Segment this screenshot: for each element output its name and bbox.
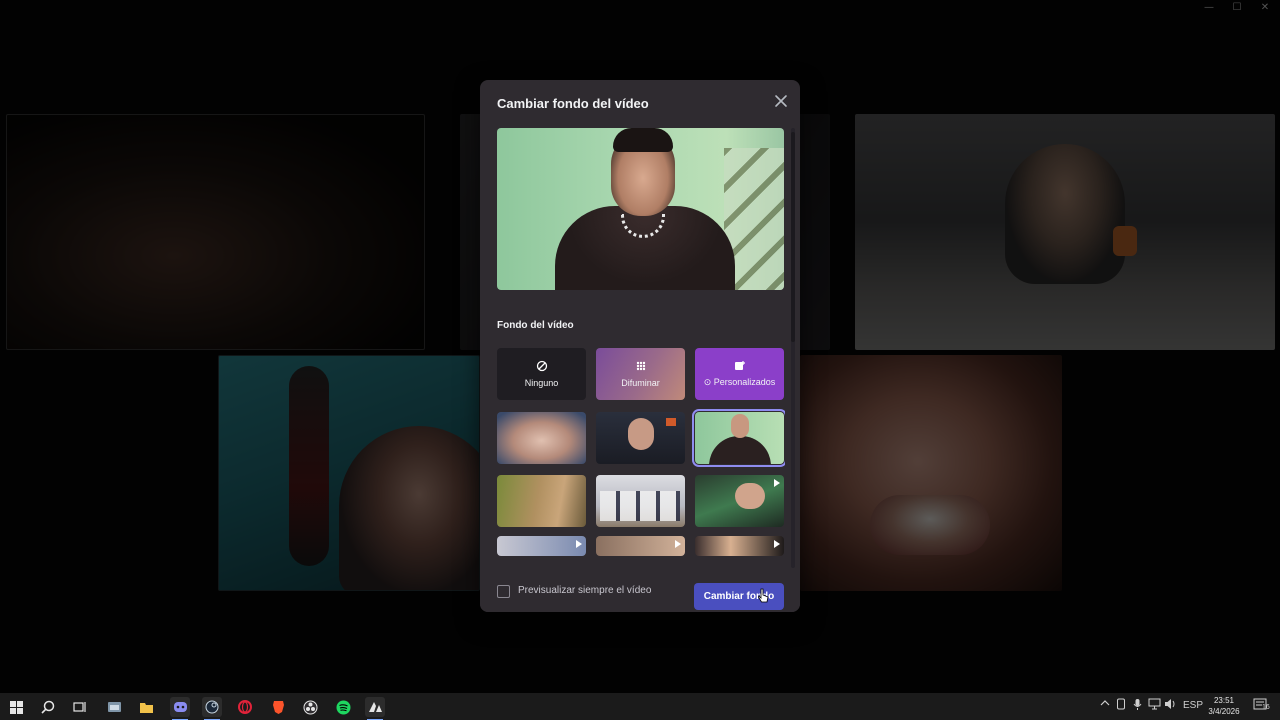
thumb-lamp	[666, 418, 676, 426]
play-icon	[576, 540, 582, 548]
nitro-icon: ⊙	[703, 377, 714, 387]
option-label: Ninguno	[524, 378, 559, 388]
video-tile-3[interactable]	[855, 114, 1275, 350]
scrollbar-thumb[interactable]	[791, 132, 795, 342]
participant-video	[870, 495, 990, 555]
background-scroll-area[interactable]: Fondo del vídeo Ninguno Difuminar ⊙ Pers…	[497, 128, 785, 568]
preview-person-hair	[613, 128, 673, 152]
background-thumb-9[interactable]	[695, 536, 784, 556]
always-preview-label[interactable]: Previsualizar siempre el vídeo	[518, 585, 651, 596]
scrollbar[interactable]	[791, 128, 795, 568]
background-thumb-8[interactable]	[596, 536, 685, 556]
guitar	[289, 366, 329, 566]
close-window-icon[interactable]: ✕	[1258, 2, 1272, 13]
search-icon[interactable]	[38, 697, 58, 717]
background-option-custom[interactable]: ⊙ Personalizados	[695, 348, 784, 400]
video-tile-4[interactable]	[218, 355, 480, 591]
background-thumb-4[interactable]	[497, 475, 586, 527]
background-thumb-1[interactable]	[497, 412, 586, 464]
video-preview	[497, 128, 784, 290]
start-icon[interactable]	[6, 697, 26, 717]
participant-video	[1005, 144, 1125, 284]
background-thumb-6[interactable]	[695, 475, 784, 527]
add-image-icon	[695, 360, 784, 375]
file-explorer-icon[interactable]	[136, 697, 156, 717]
device-icon[interactable]	[1116, 698, 1126, 713]
thumb-face	[735, 483, 765, 509]
clock[interactable]: 23:51 3/4/2026	[1204, 695, 1244, 717]
minimize-icon[interactable]: —	[1202, 2, 1216, 13]
option-label: Difuminar	[621, 378, 660, 388]
microphone-icon[interactable]	[1133, 698, 1142, 714]
task-view-icon[interactable]	[70, 697, 90, 717]
video-tile-1[interactable]	[6, 114, 425, 350]
maximize-icon[interactable]: ☐	[1230, 2, 1244, 13]
screen: — ☐ ✕ Cambiar fondo del vídeo Fondo del …	[0, 0, 1280, 720]
network-icon[interactable]	[1148, 698, 1161, 713]
play-icon	[774, 479, 780, 487]
background-thumb-3[interactable]	[692, 409, 785, 467]
video-tile-5[interactable]	[800, 355, 1062, 591]
chevron-up-icon[interactable]	[1100, 698, 1110, 711]
pointer-cursor-icon	[758, 588, 769, 603]
option-label: ⊙ Personalizados	[703, 377, 776, 387]
volume-icon[interactable]	[1164, 698, 1177, 713]
language-indicator[interactable]: ESP	[1183, 700, 1203, 711]
discord-icon[interactable]	[170, 697, 190, 720]
app-icon[interactable]	[365, 697, 385, 720]
background-option-none[interactable]: Ninguno	[497, 348, 586, 400]
background-thumb-5[interactable]	[596, 475, 685, 527]
window-controls: — ☐ ✕	[1202, 2, 1272, 13]
background-option-blur[interactable]: Difuminar	[596, 348, 685, 400]
dialog-title: Cambiar fondo del vídeo	[497, 96, 649, 111]
play-icon	[774, 540, 780, 548]
background-thumb-2[interactable]	[596, 412, 685, 464]
thumb-people	[600, 491, 680, 521]
thumb-face	[628, 418, 654, 450]
file-manager-icon[interactable]	[104, 697, 124, 717]
taskbar: ESP 23:51 3/4/2026 16	[0, 693, 1280, 720]
blur-icon	[596, 360, 685, 375]
notification-count: 16	[1262, 704, 1270, 711]
participant-video	[339, 426, 479, 590]
change-background-button[interactable]: Cambiar fondo	[694, 583, 784, 610]
brave-icon[interactable]	[268, 697, 288, 717]
background-thumb-7[interactable]	[497, 536, 586, 556]
steam-icon[interactable]	[202, 697, 222, 720]
thumb-face	[731, 414, 749, 438]
none-icon	[497, 360, 586, 375]
clock-date: 3/4/2026	[1208, 707, 1240, 716]
play-icon	[675, 540, 681, 548]
clock-time: 23:51	[1213, 696, 1235, 705]
opera-icon[interactable]	[235, 697, 255, 717]
close-icon[interactable]	[772, 92, 790, 110]
change-background-dialog: Cambiar fondo del vídeo Fondo del vídeo …	[480, 80, 800, 612]
obs-icon[interactable]	[300, 697, 320, 717]
spotify-icon[interactable]	[333, 697, 353, 717]
always-preview-checkbox[interactable]	[497, 585, 510, 598]
thumb-body	[709, 436, 771, 464]
background-section-label: Fondo del vídeo	[497, 320, 574, 331]
microphone	[1113, 226, 1137, 256]
